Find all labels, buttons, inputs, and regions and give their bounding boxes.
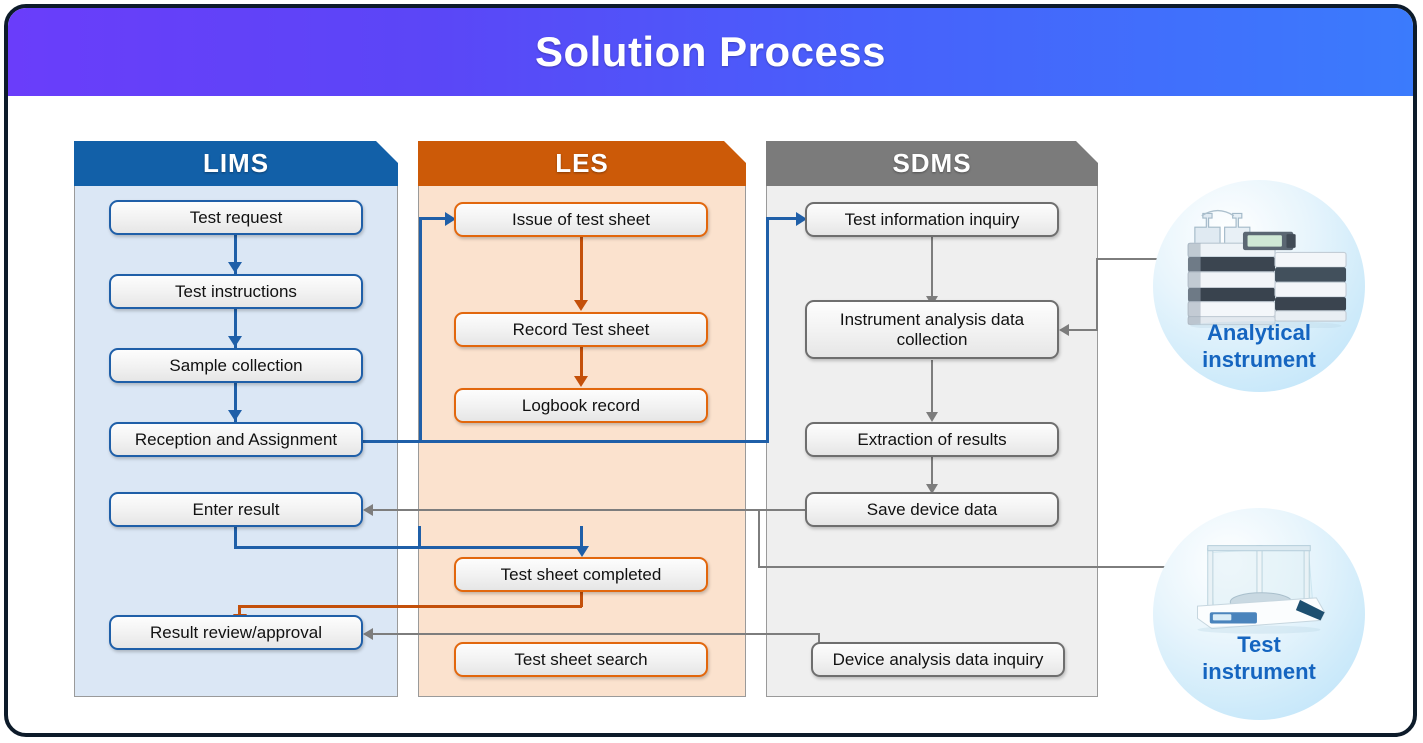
node-label: Test sheet search bbox=[514, 649, 648, 669]
node-enter-result[interactable]: Enter result bbox=[109, 492, 363, 527]
connector-test-instrument-run bbox=[758, 566, 1198, 568]
lane-header-les: LES bbox=[418, 141, 746, 186]
node-label: Test instructions bbox=[175, 281, 297, 301]
arrowhead-left-result-review bbox=[363, 628, 373, 640]
lane-header-sdms: SDMS bbox=[766, 141, 1098, 186]
lane-header-lims: LIMS bbox=[74, 141, 398, 186]
node-test-instructions[interactable]: Test instructions bbox=[109, 274, 363, 309]
arrowhead-left-instrument-collection bbox=[1059, 324, 1069, 336]
connector-test-instrument-to-save bbox=[758, 509, 806, 511]
node-label: Reception and Assignment bbox=[134, 429, 338, 449]
node-label: Record Test sheet bbox=[512, 319, 650, 339]
node-label: Extraction of results bbox=[857, 429, 1007, 449]
connector-enter-result-stub bbox=[234, 526, 237, 548]
connector-reception-riser-les bbox=[419, 217, 422, 443]
page-title: Solution Process bbox=[534, 28, 887, 75]
connector-issue-to-record bbox=[580, 236, 583, 300]
connector-reception-trunk bbox=[363, 440, 768, 443]
node-test-request[interactable]: Test request bbox=[109, 200, 363, 235]
instrument-card-analytical[interactable]: Analytical instrument bbox=[1153, 180, 1365, 392]
node-label: Result review/approval bbox=[150, 622, 322, 642]
arrowhead-down-extraction bbox=[926, 412, 938, 422]
node-logbook-record[interactable]: Logbook record bbox=[454, 388, 708, 423]
diagram-frame: Solution Process LIMS LES SDMS Test requ… bbox=[4, 4, 1417, 737]
title-bar: Solution Process bbox=[8, 8, 1413, 96]
node-test-sheet-completed[interactable]: Test sheet completed bbox=[454, 557, 708, 592]
connector-enter-result-drop bbox=[418, 526, 421, 548]
analytical-balance-icon bbox=[1196, 545, 1326, 634]
node-label: Sample collection bbox=[169, 355, 303, 375]
instrument-label-line1: Analytical bbox=[1207, 320, 1311, 345]
connector-enter-result-run bbox=[234, 546, 582, 549]
node-reception-and-assignment[interactable]: Reception and Assignment bbox=[109, 422, 363, 457]
connector-analytical-instrument-drop bbox=[1096, 258, 1098, 330]
instrument-label-line1: Test bbox=[1237, 632, 1281, 657]
node-label: Test request bbox=[189, 207, 283, 227]
node-issue-of-test-sheet[interactable]: Issue of test sheet bbox=[454, 202, 708, 237]
node-label: Instrument analysis data collection bbox=[839, 309, 1025, 349]
arrowhead-down-sample bbox=[228, 336, 242, 347]
node-test-information-inquiry[interactable]: Test information inquiry bbox=[805, 202, 1059, 237]
connector-record-to-logbook bbox=[580, 346, 583, 376]
node-record-test-sheet[interactable]: Record Test sheet bbox=[454, 312, 708, 347]
node-label: Test information inquiry bbox=[844, 209, 1020, 229]
node-label: Save device data bbox=[866, 499, 998, 519]
arrowhead-down-record-test-sheet bbox=[574, 300, 588, 311]
node-label: Enter result bbox=[192, 499, 280, 519]
instrument-label-test: Test instrument bbox=[1153, 632, 1365, 686]
connector-device-inquiry-to-review bbox=[368, 633, 820, 635]
connector-save-to-enter-result bbox=[368, 509, 805, 511]
node-result-review-approval[interactable]: Result review/approval bbox=[109, 615, 363, 650]
connector-test-instrument-riser bbox=[758, 509, 760, 568]
connector-reception-riser-sdms bbox=[766, 217, 769, 443]
node-label: Issue of test sheet bbox=[512, 209, 650, 229]
instrument-label-analytical: Analytical instrument bbox=[1153, 320, 1365, 374]
connector-analytical-instrument-to-collection bbox=[1067, 329, 1098, 331]
node-sample-collection[interactable]: Sample collection bbox=[109, 348, 363, 383]
node-label: Test sheet completed bbox=[500, 564, 662, 584]
node-label: Logbook record bbox=[521, 395, 641, 415]
node-device-analysis-data-inquiry[interactable]: Device analysis data inquiry bbox=[811, 642, 1065, 677]
node-extraction-of-results[interactable]: Extraction of results bbox=[805, 422, 1059, 457]
instrument-card-test[interactable]: Test instrument bbox=[1153, 508, 1365, 720]
connector-inquiry-to-collection bbox=[931, 236, 933, 298]
node-instrument-analysis-data-collection[interactable]: Instrument analysis data collection bbox=[805, 300, 1059, 359]
arrowhead-down-logbook-record bbox=[574, 376, 588, 387]
arrowhead-down-test-sheet-completed bbox=[575, 546, 589, 557]
arrowhead-down-reception bbox=[228, 410, 242, 421]
arrowhead-left-enter-result bbox=[363, 504, 373, 516]
node-save-device-data[interactable]: Save device data bbox=[805, 492, 1059, 527]
instrument-label-line2: instrument bbox=[1202, 658, 1316, 684]
hplc-stack-icon bbox=[1187, 209, 1347, 328]
connector-to-test-sheet-completed bbox=[580, 526, 583, 548]
arrowhead-down-instructions bbox=[228, 262, 242, 273]
node-test-sheet-search[interactable]: Test sheet search bbox=[454, 642, 708, 677]
connector-completed-to-review bbox=[238, 605, 582, 608]
connector-collection-to-extraction bbox=[931, 360, 933, 414]
node-label: Device analysis data inquiry bbox=[832, 649, 1044, 669]
connector-extraction-to-save bbox=[931, 456, 933, 486]
instrument-label-line2: instrument bbox=[1202, 346, 1316, 372]
